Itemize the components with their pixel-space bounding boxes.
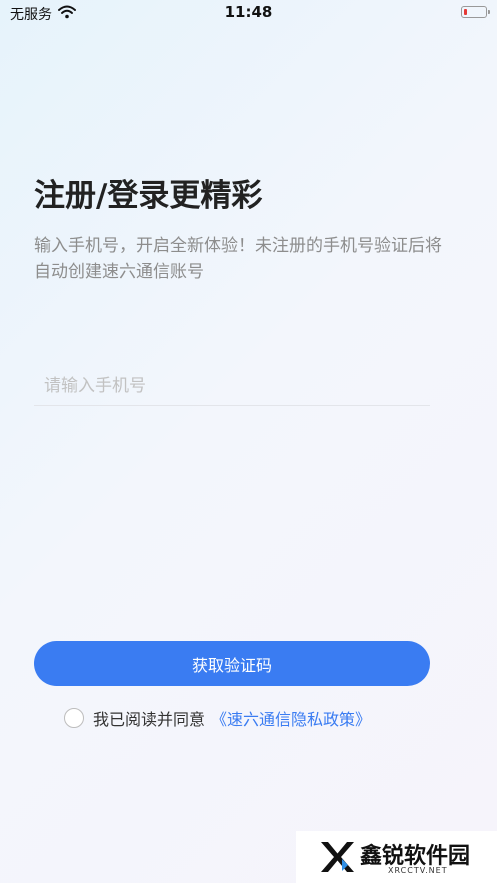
status-bar: 无服务 11:48 (0, 0, 497, 26)
page-title: 注册/登录更精彩 (34, 178, 263, 214)
agree-label: 我已阅读并同意 (93, 710, 206, 729)
page-description: 输入手机号，开启全新体验！未注册的手机号验证后将自动创建速六通信账号 (34, 236, 442, 282)
privacy-policy-link[interactable]: 《速六通信隐私政策》 (211, 706, 371, 730)
phone-input[interactable] (34, 366, 430, 406)
watermark: 鑫锐软件园 XRCCTV.NET (296, 831, 497, 883)
status-time: 11:48 (224, 3, 273, 21)
watermark-url: XRCCTV.NET (388, 866, 448, 875)
agree-checkbox[interactable] (64, 708, 84, 728)
battery-icon (461, 6, 487, 18)
battery-level (464, 9, 467, 15)
get-code-button[interactable]: 获取验证码 (34, 641, 430, 686)
watermark-logo-icon (321, 842, 354, 872)
battery-tip (488, 10, 490, 14)
agreement-row: 我已阅读并同意 《速六通信隐私政策》 (64, 705, 371, 731)
